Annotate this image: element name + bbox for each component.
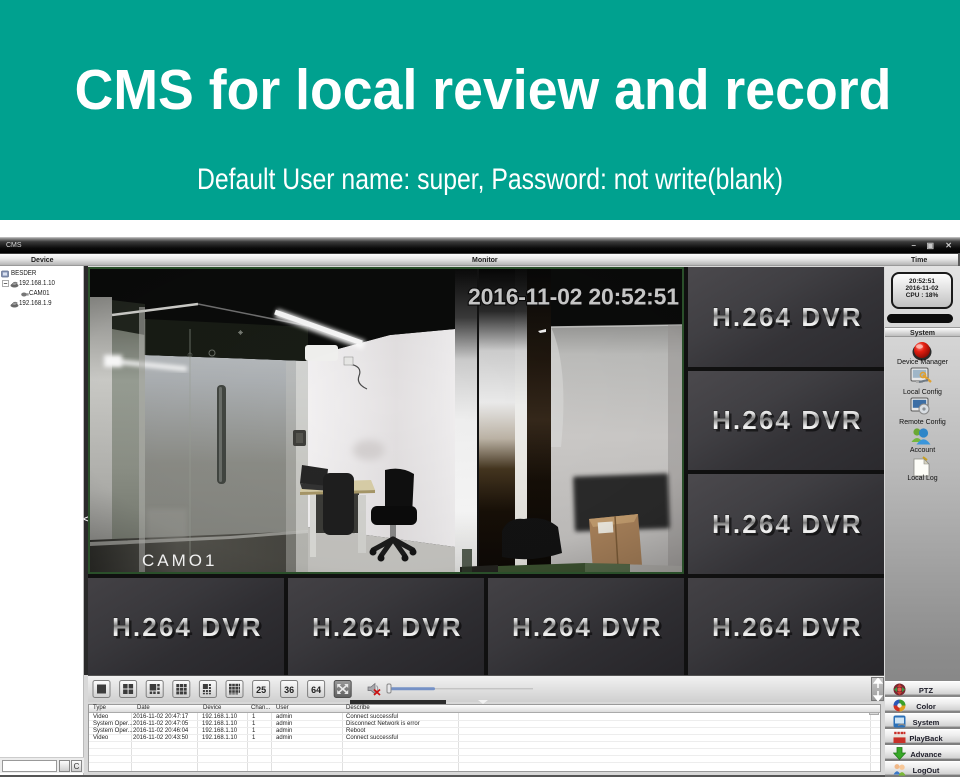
- svg-text:H.264 DVR: H.264 DVR: [712, 509, 862, 539]
- svg-text:CAMO1: CAMO1: [142, 551, 217, 570]
- svg-text:2016-11-02 20:52:51: 2016-11-02 20:52:51: [468, 284, 681, 310]
- svg-text:H.264 DVR: H.264 DVR: [712, 405, 862, 435]
- svg-text:H.264 DVR: H.264 DVR: [312, 612, 462, 642]
- svg-text:H.264 DVR: H.264 DVR: [512, 612, 662, 642]
- svg-text:H.264 DVR: H.264 DVR: [712, 302, 862, 332]
- svg-text:H.264 DVR: H.264 DVR: [712, 612, 862, 642]
- svg-text:H.264 DVR: H.264 DVR: [112, 612, 262, 642]
- svg-text:25: 25: [256, 685, 266, 695]
- svg-text:36: 36: [284, 685, 294, 695]
- svg-text:64: 64: [311, 685, 321, 695]
